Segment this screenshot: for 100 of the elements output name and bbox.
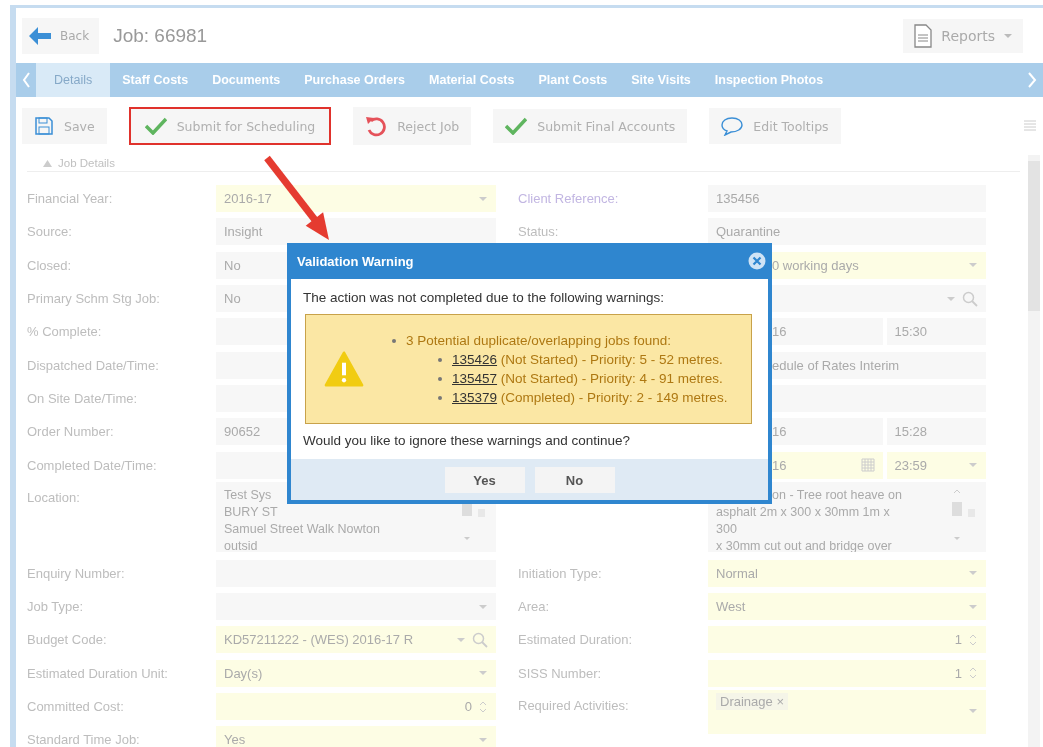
field-label: Client Reference: bbox=[518, 191, 619, 207]
job-link[interactable]: 135457 bbox=[452, 371, 498, 386]
field-label: Completed Date/Time: bbox=[27, 457, 157, 473]
back-arrow-icon bbox=[28, 25, 52, 46]
dropdown-arrow-icon[interactable] bbox=[968, 262, 978, 269]
dropdown-field[interactable]: Day(s) bbox=[216, 659, 496, 687]
dropdown-arrow-icon[interactable] bbox=[478, 195, 488, 202]
warning-text: 3 Potential duplicate/overlapping jobs found: bbox=[406, 332, 671, 350]
field-label: Area: bbox=[518, 599, 550, 615]
section-title: Job Details bbox=[58, 157, 115, 169]
tab[interactable]: Staff Costs bbox=[110, 63, 201, 97]
dropdown-arrow-icon[interactable] bbox=[478, 736, 488, 743]
time-field[interactable]: 23:59 bbox=[886, 451, 986, 479]
input-field[interactable]: Insight bbox=[216, 218, 496, 246]
scroll-bar[interactable] bbox=[1028, 155, 1040, 747]
tag-field[interactable]: Drainage × bbox=[708, 689, 986, 734]
field-label: Initiation Type: bbox=[518, 565, 602, 581]
tab[interactable]: Details bbox=[36, 63, 111, 97]
check-icon bbox=[144, 117, 167, 135]
dropdown-arrow-icon[interactable] bbox=[478, 603, 488, 610]
field-value: 15:28 bbox=[894, 424, 928, 440]
field-value: Test Sys BURY ST Samuel Street Walk Nowton outsid bbox=[224, 486, 380, 552]
field-value: 90652 bbox=[224, 424, 261, 440]
tab[interactable]: Material Costs bbox=[417, 63, 527, 97]
field-label: Closed: bbox=[27, 257, 72, 273]
field-value: 2016-17 bbox=[224, 191, 272, 207]
dropdown-arrow-icon[interactable] bbox=[968, 462, 978, 468]
collapse-button[interactable] bbox=[43, 159, 52, 167]
bullet-icon bbox=[438, 376, 442, 381]
menu-icon[interactable] bbox=[1023, 119, 1037, 133]
field-label: Committed Cost: bbox=[27, 699, 124, 714]
field-label: Status: bbox=[518, 224, 559, 240]
job-title: Job: 66981 bbox=[113, 24, 208, 47]
input-field[interactable]: 135456 bbox=[708, 185, 986, 213]
toolbar-button[interactable]: Submit for Scheduling bbox=[128, 107, 332, 145]
tag: Drainage × bbox=[716, 692, 788, 710]
field-value: 0 bbox=[464, 699, 472, 714]
text-area[interactable]: on - Tree root heave on asphalt 2m x 300 x 30mm 1m x 300 x 30mm cut out and bridge over bbox=[708, 481, 986, 552]
dropdown-arrow-icon[interactable] bbox=[456, 636, 466, 643]
field-label: SISS Number: bbox=[518, 665, 602, 681]
field-value: on - Tree root heave on asphalt 2m x 300 x 30mm 1m x 300 x 30mm cut out and bridge over bbox=[716, 486, 902, 552]
toolbar-button[interactable]: Edit Tooltips bbox=[709, 108, 841, 144]
dropdown-arrow-icon[interactable] bbox=[478, 670, 488, 677]
close-icon[interactable] bbox=[748, 252, 766, 270]
toolbar-button[interactable]: Save bbox=[22, 108, 107, 144]
job-link[interactable]: 135379 bbox=[452, 390, 498, 405]
field-value: 135456 bbox=[716, 191, 760, 207]
dropdown-field[interactable]: 2016-17 bbox=[216, 185, 496, 213]
field-value: Normal bbox=[716, 565, 758, 581]
field-value: Quarantine bbox=[716, 224, 781, 240]
back-button[interactable]: Back bbox=[22, 17, 100, 54]
field-value: 23:59 bbox=[894, 457, 928, 473]
dropdown-field[interactable]: Normal bbox=[708, 559, 986, 587]
dropdown-field[interactable]: West bbox=[708, 593, 986, 621]
field-value: 16 bbox=[772, 324, 787, 340]
remove-tag-button[interactable]: × bbox=[776, 693, 784, 709]
calendar-icon[interactable] bbox=[860, 458, 875, 472]
dropdown-field[interactable]: Yes bbox=[216, 726, 496, 747]
dropdown-field[interactable] bbox=[216, 593, 496, 621]
speech-bubble-icon bbox=[721, 116, 744, 136]
field-label: Budget Code: bbox=[27, 632, 107, 648]
field-value: Insight bbox=[224, 224, 263, 240]
toolbar-button[interactable]: Reject Job bbox=[353, 107, 472, 145]
input-field[interactable]: 1 bbox=[708, 659, 986, 687]
field-label: Standard Time Job: bbox=[27, 732, 140, 747]
field-value: 15:30 bbox=[894, 324, 928, 340]
search-icon[interactable] bbox=[472, 631, 488, 648]
field-value: 1 bbox=[954, 632, 962, 648]
field-value: No bbox=[224, 291, 241, 307]
field-value: KD57211222 - (WES) 2016-17 R bbox=[224, 632, 414, 648]
input-field[interactable]: 0 bbox=[216, 693, 496, 720]
field-label: On Site Date/Time: bbox=[27, 390, 138, 406]
search-icon[interactable] bbox=[962, 290, 978, 307]
input-field[interactable]: KD57211222 - (WES) 2016-17 R bbox=[216, 626, 496, 654]
tab[interactable]: Documents bbox=[200, 63, 293, 97]
bullet-icon bbox=[438, 357, 442, 362]
toolbar-button[interactable]: Submit Final Accounts bbox=[493, 109, 688, 143]
tab[interactable]: Purchase Orders bbox=[292, 63, 418, 97]
job-entry: 135379 (Completed) - Priority: 2 - 149 metres. bbox=[452, 389, 728, 407]
dropdown-arrow-icon[interactable] bbox=[968, 603, 978, 610]
job-link[interactable]: 135426 bbox=[452, 352, 498, 367]
dialog-button[interactable]: Yes bbox=[444, 467, 525, 493]
input-field[interactable]: Quarantine bbox=[708, 218, 986, 246]
dialog-button[interactable]: No bbox=[534, 467, 615, 493]
reports-button[interactable]: Reports bbox=[903, 18, 1023, 53]
dropdown-arrow-icon[interactable] bbox=[968, 707, 978, 714]
tab[interactable]: Inspection Photos bbox=[702, 63, 836, 97]
dropdown-arrow-icon[interactable] bbox=[968, 570, 978, 577]
save-icon bbox=[34, 116, 54, 136]
field-label: Enquiry Number: bbox=[27, 565, 125, 581]
input-field[interactable]: 1 bbox=[708, 626, 986, 654]
field-label: Source: bbox=[27, 224, 72, 240]
dropdown-arrow-icon[interactable] bbox=[946, 295, 956, 302]
tab[interactable]: Plant Costs bbox=[526, 63, 620, 97]
field-value: Day(s) bbox=[224, 665, 263, 681]
tab[interactable]: Site Visits bbox=[619, 63, 703, 97]
field-value: 0 working days bbox=[772, 257, 859, 273]
time-field[interactable]: 15:30 bbox=[886, 318, 986, 346]
time-field[interactable]: 15:28 bbox=[886, 418, 986, 446]
field-label: Dispatched Date/Time: bbox=[27, 357, 159, 373]
